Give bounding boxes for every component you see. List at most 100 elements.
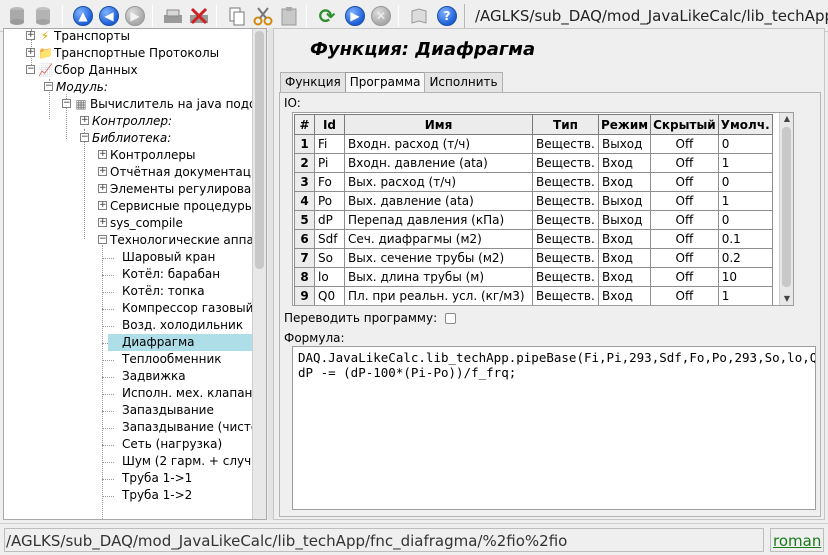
expand-icon[interactable]: + (98, 201, 107, 210)
forward-icon[interactable]: ▶ (124, 5, 146, 27)
tree-item-lib-controllers[interactable]: + Контроллеры (98, 147, 195, 164)
tree-scrollbar-thumb[interactable] (255, 31, 264, 269)
cell-mode[interactable]: Вход (597, 248, 652, 268)
cell-name[interactable]: Перепад давления (кПа) (344, 210, 533, 230)
current-user-link[interactable]: roman (770, 528, 824, 552)
cell-type[interactable]: Веществ. (532, 286, 599, 305)
cell-type[interactable]: Веществ. (532, 172, 599, 192)
tree-item-library-group[interactable]: − Библиотека: (80, 130, 171, 147)
table-row[interactable]: 3 Fo Вых. расход (т/ч) Веществ. Вход Off… (294, 172, 773, 192)
cell-mode[interactable]: Вход (597, 172, 652, 192)
cell-default[interactable]: 10 (717, 267, 773, 287)
row-number[interactable]: 3 (294, 172, 315, 192)
table-scrollbar[interactable]: ▲ ▼ (779, 113, 793, 305)
collapse-icon[interactable]: − (80, 133, 89, 142)
cell-hidden[interactable]: Off (650, 172, 719, 192)
cell-id[interactable]: dP (314, 210, 345, 230)
cell-default[interactable]: 1 (717, 153, 773, 173)
tree-item-lib-syscompile[interactable]: + sys_compile (98, 215, 183, 232)
column-header[interactable]: Умолч. (717, 114, 773, 135)
item-delete-icon[interactable] (188, 5, 210, 27)
column-header[interactable]: # (294, 114, 315, 135)
paste-icon[interactable] (278, 5, 300, 27)
cell-name[interactable]: Сеч. диафрагмы (м2) (344, 229, 533, 249)
expand-icon[interactable]: + (98, 167, 107, 176)
cell-type[interactable]: Веществ. (532, 191, 599, 211)
tab-function[interactable]: Функция (280, 72, 346, 92)
collapse-icon[interactable]: − (62, 99, 71, 108)
scroll-up-icon[interactable]: ▲ (781, 113, 793, 125)
tree-item-lib-techapp[interactable]: −Технологические аппараты (98, 232, 266, 249)
cell-name[interactable]: Пл. при реальн. усл. (кг/м3) (344, 286, 533, 305)
tree-item-transports[interactable]: + ⚡ Транспорты (26, 29, 130, 45)
stop-icon[interactable]: ✕ (370, 5, 392, 27)
cell-hidden[interactable]: Off (650, 286, 719, 305)
tab-program[interactable]: Программа (344, 72, 426, 93)
tree-item-lib-service[interactable]: + Сервисные процедуры (98, 198, 254, 215)
up-icon[interactable]: ▲ (72, 5, 94, 27)
expand-icon[interactable]: + (98, 218, 107, 227)
db-save-icon[interactable] (32, 5, 54, 27)
cell-hidden[interactable]: Off (650, 229, 719, 249)
tree-item-func[interactable]: Компрессор газовый (122, 300, 253, 317)
column-header[interactable]: Тип (532, 114, 599, 135)
cell-id[interactable]: Q0 (314, 286, 345, 305)
cell-type[interactable]: Веществ. (532, 267, 599, 287)
cell-name[interactable]: Вых. длина трубы (м) (344, 267, 533, 287)
cell-hidden[interactable]: Off (650, 153, 719, 173)
cell-name[interactable]: Входн. давление (ata) (344, 153, 533, 173)
tree-scrollbar[interactable] (252, 29, 266, 519)
tree-item-lib-reports[interactable]: + Отчётная документация (98, 164, 266, 181)
column-header[interactable]: Режим (597, 114, 652, 135)
cell-type[interactable]: Веществ. (532, 134, 599, 154)
cell-mode[interactable]: Вход (597, 286, 652, 305)
cell-hidden[interactable]: Off (650, 210, 719, 230)
tree-item-func[interactable]: Исполн. мех. клапана (122, 385, 260, 402)
cell-hidden[interactable]: Off (650, 267, 719, 287)
table-row[interactable]: 2 Pi Входн. давление (ata) Веществ. Вход… (294, 153, 773, 173)
cell-id[interactable]: Sdf (314, 229, 345, 249)
tree-item-module-group[interactable]: − Модуль: (44, 79, 108, 96)
expand-icon[interactable]: + (26, 48, 35, 57)
column-header[interactable]: Имя (344, 114, 533, 135)
cell-name[interactable]: Вых. сечение трубы (м2) (344, 248, 533, 268)
scroll-down-icon[interactable]: ▼ (781, 293, 793, 305)
db-load-icon[interactable] (6, 5, 28, 27)
row-number[interactable]: 4 (294, 191, 315, 211)
collapse-icon[interactable]: − (44, 82, 53, 91)
row-number[interactable]: 5 (294, 210, 315, 230)
cell-default[interactable]: 0 (717, 210, 773, 230)
expand-icon[interactable]: + (98, 150, 107, 159)
cell-type[interactable]: Веществ. (532, 153, 599, 173)
table-row[interactable]: 9 Q0 Пл. при реальн. усл. (кг/м3) Вещест… (294, 286, 773, 305)
start-icon[interactable]: ▶ (344, 5, 366, 27)
table-row[interactable]: 4 Po Вых. давление (ata) Веществ. Выход … (294, 191, 773, 211)
tree-item-func[interactable]: Сеть (нагрузка) (122, 436, 222, 453)
cell-default[interactable]: 0 (717, 172, 773, 192)
cell-mode[interactable]: Вход (597, 153, 652, 173)
cell-name[interactable]: Входн. расход (т/ч) (344, 134, 533, 154)
tree-item-func-selected[interactable]: Диафрагма (108, 334, 254, 351)
cell-mode[interactable]: Выход (597, 191, 652, 211)
tree-item-func[interactable]: Труба 1->2 (122, 487, 192, 504)
tree-item-func[interactable]: Шаровый кран (122, 249, 215, 266)
cell-id[interactable]: Fo (314, 172, 345, 192)
table-row[interactable]: 5 dP Перепад давления (кПа) Веществ. Вых… (294, 210, 773, 230)
tree-item-daq[interactable]: − 📈Сбор Данных (26, 62, 138, 79)
manual-icon[interactable] (408, 5, 430, 27)
cell-name[interactable]: Вых. расход (т/ч) (344, 172, 533, 192)
tree-item-func[interactable]: Запаздывание (чистое) (122, 419, 266, 436)
expand-icon[interactable]: + (80, 116, 89, 125)
help-icon[interactable]: ? (436, 5, 458, 27)
cell-default[interactable]: 0.2 (717, 248, 773, 268)
cell-type[interactable]: Веществ. (532, 248, 599, 268)
tree-item-controller-group[interactable]: + Контроллер: (80, 113, 172, 130)
collapse-icon[interactable]: − (98, 235, 107, 244)
tree-item-func[interactable]: Запаздывание (122, 402, 214, 419)
row-number[interactable]: 7 (294, 248, 315, 268)
refresh-icon[interactable]: ⟳ (316, 5, 338, 27)
cell-id[interactable]: Fi (314, 134, 345, 154)
tree-item-func[interactable]: Возд. холодильник (122, 317, 243, 334)
cell-default[interactable]: 1 (717, 191, 773, 211)
cell-mode[interactable]: Вход (597, 229, 652, 249)
